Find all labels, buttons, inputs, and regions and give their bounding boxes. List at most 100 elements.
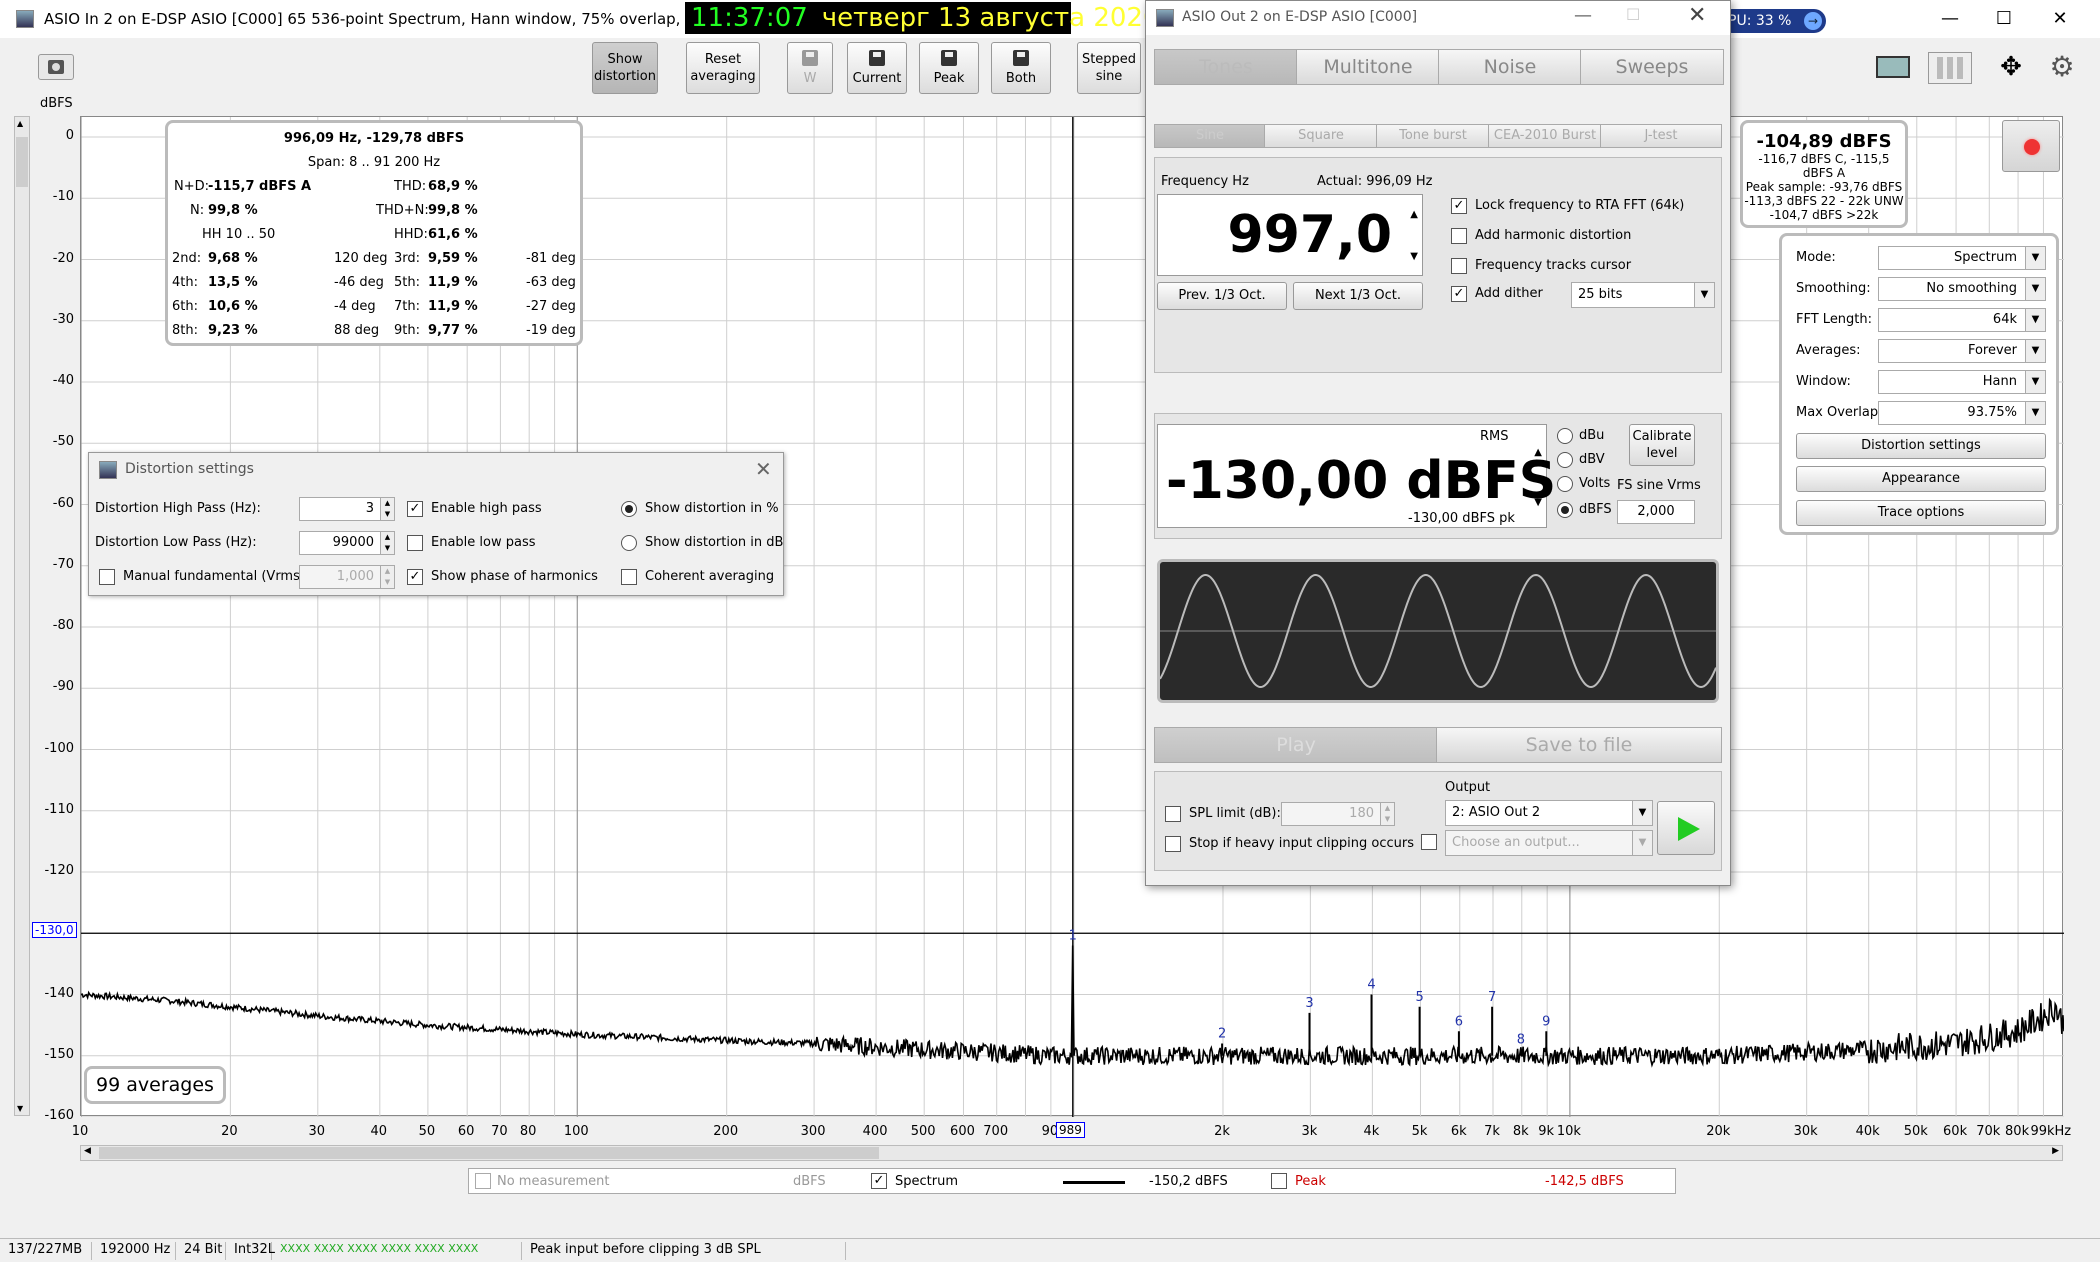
spinner-up-icon[interactable]: ▲	[1410, 209, 1418, 220]
manual-fundamental-input[interactable]: 1,000 ▲ ▼	[299, 565, 395, 589]
play-triangle-button[interactable]	[1657, 801, 1715, 855]
scroll-down-icon[interactable]: ▼	[17, 1104, 23, 1113]
subtab-j-test[interactable]: J-test	[1600, 124, 1722, 148]
spinner-arrows-icon[interactable]: ▲ ▼	[380, 498, 394, 520]
spinner-down-icon[interactable]: ▼	[1534, 497, 1542, 508]
span-readout: Span: 8 .. 91 200 Hz	[307, 155, 441, 170]
save-both-button[interactable]: Both	[991, 42, 1051, 94]
vertical-scroll-thumb[interactable]	[16, 137, 28, 187]
unit-volts-label: Volts	[1579, 476, 1611, 491]
spectrum-checkbox[interactable]: ✓	[871, 1173, 887, 1189]
play-button[interactable]: Play	[1154, 727, 1438, 763]
smoothing-select[interactable]: No smoothing ▼	[1878, 277, 2046, 301]
add-dither-checkbox[interactable]: ✓	[1451, 286, 1467, 302]
output-select[interactable]: 2: ASIO Out 2 ▼	[1445, 800, 1653, 826]
show-percent-radio[interactable]	[621, 501, 637, 517]
scroll-left-icon[interactable]: ◀	[84, 1146, 91, 1156]
minimize-icon[interactable]: —	[1574, 5, 1592, 26]
save-current-button[interactable]: Current	[847, 42, 907, 94]
trace-options-button[interactable]: Trace options	[1796, 500, 2046, 526]
second-output-select[interactable]: Choose an output... ▼	[1445, 830, 1653, 856]
record-button[interactable]	[2002, 120, 2060, 172]
averages-select[interactable]: Forever ▼	[1878, 339, 2046, 363]
next-octave-button[interactable]: Next 1/3 Oct.	[1293, 282, 1423, 310]
manual-fundamental-checkbox[interactable]	[99, 569, 115, 585]
fit-arrows-icon[interactable]: ✥	[1988, 52, 2034, 84]
columns-layout-icon[interactable]	[1928, 52, 1972, 84]
horizontal-scrollbar[interactable]: ◀ ▶	[80, 1145, 2063, 1161]
save-peak-button[interactable]: Peak	[919, 42, 979, 94]
lock-frequency-checkbox[interactable]: ✓	[1451, 198, 1467, 214]
tab-tones[interactable]: Tones	[1154, 49, 1298, 85]
distortion-settings-button[interactable]: Distortion settings	[1796, 433, 2046, 459]
fft-length-select[interactable]: 64k ▼	[1878, 308, 2046, 332]
fs-sine-input[interactable]: 2,000	[1617, 500, 1695, 524]
close-button[interactable]: ✕	[2030, 4, 2090, 34]
harmonic-label: 5	[1415, 990, 1423, 1005]
frequency-tracks-cursor-checkbox[interactable]	[1451, 258, 1467, 274]
spl-limit-input[interactable]: 180 ▲ ▼	[1281, 802, 1395, 826]
unit-dbfs-radio[interactable]	[1557, 502, 1573, 518]
gear-icon[interactable]: ⚙	[2040, 52, 2084, 84]
subtab-sine[interactable]: Sine	[1154, 124, 1266, 148]
add-harmonic-checkbox[interactable]	[1451, 228, 1467, 244]
spl-limit-checkbox[interactable]	[1165, 806, 1181, 822]
spinner-arrows-icon[interactable]: ▲ ▼	[380, 532, 394, 554]
spinner-arrows-icon[interactable]: ▲ ▼	[1380, 803, 1394, 825]
unit-dbv-radio[interactable]	[1557, 452, 1573, 468]
subtab-tone-burst[interactable]: Tone burst	[1376, 124, 1490, 148]
low-pass-input[interactable]: 99000 ▲ ▼	[299, 531, 395, 555]
x-tick-label: 5k	[1411, 1124, 1428, 1139]
tab-multitone[interactable]: Multitone	[1296, 49, 1440, 85]
show-distortion-button[interactable]: Show distortion	[592, 42, 658, 94]
tab-noise[interactable]: Noise	[1438, 49, 1582, 85]
calibrate-level-button[interactable]: Calibrate level	[1629, 424, 1695, 466]
appearance-button[interactable]: Appearance	[1796, 466, 2046, 492]
save-to-file-button[interactable]: Save to file	[1436, 727, 1722, 763]
maximize-icon[interactable]: ☐	[1626, 5, 1640, 24]
dither-bits-select[interactable]: 25 bits ▼	[1571, 282, 1715, 308]
reset-averaging-button[interactable]: Reset averaging	[686, 42, 760, 94]
spinner-arrows-icon[interactable]: ▲ ▼	[380, 566, 394, 588]
unit-volts-radio[interactable]	[1557, 476, 1573, 492]
cpu-meter: PU: 33 % →	[1720, 9, 1826, 33]
peak-checkbox[interactable]	[1271, 1173, 1287, 1189]
window-select[interactable]: Hann ▼	[1878, 370, 2046, 394]
maximize-button[interactable]: ☐	[1974, 4, 2034, 34]
no-measurement-checkbox[interactable]	[475, 1173, 491, 1189]
scroll-right-icon[interactable]: ▶	[2052, 1146, 2059, 1156]
high-pass-input[interactable]: 3 ▲ ▼	[299, 497, 395, 521]
show-db-radio[interactable]	[621, 535, 637, 551]
w-button[interactable]: W	[787, 42, 833, 94]
reset-averaging-label-1: Reset	[704, 52, 742, 67]
spinner-down-icon[interactable]: ▼	[1410, 251, 1418, 262]
horizontal-scroll-thumb[interactable]	[99, 1147, 879, 1159]
enable-high-pass-checkbox[interactable]: ✓	[407, 501, 423, 517]
level-input[interactable]: RMS -130,00 dBFS -130,00 dBFS pk ▲ ▼	[1157, 424, 1556, 528]
layout-monitor-icon[interactable]	[1868, 54, 1914, 82]
subtab-cea-burst[interactable]: CEA-2010 Burst	[1488, 124, 1602, 148]
stepped-sine-button[interactable]: Stepped sine	[1077, 42, 1141, 94]
second-output-checkbox[interactable]	[1421, 834, 1437, 850]
y-axis-unit: dBFS	[40, 96, 73, 111]
prev-octave-button[interactable]: Prev. 1/3 Oct.	[1157, 282, 1287, 310]
minimize-button[interactable]: —	[1920, 4, 1980, 34]
tab-sweeps[interactable]: Sweeps	[1580, 49, 1724, 85]
scroll-up-icon[interactable]: ▲	[17, 119, 23, 128]
spinner-up-icon[interactable]: ▲	[1534, 447, 1542, 458]
coherent-averaging-checkbox[interactable]	[621, 569, 637, 585]
frequency-input[interactable]: 997,0 ▲ ▼	[1157, 194, 1423, 276]
mode-select[interactable]: Spectrum ▼	[1878, 246, 2046, 270]
max-overlap-select[interactable]: 93.75% ▼	[1878, 401, 2046, 425]
vertical-scrollbar[interactable]: ▲ ▼	[14, 116, 30, 1116]
enable-low-pass-label: Enable low pass	[431, 535, 536, 550]
bit-depth-status: 24 Bit	[176, 1242, 226, 1260]
show-phase-checkbox[interactable]: ✓	[407, 569, 423, 585]
stop-clipping-checkbox[interactable]	[1165, 836, 1181, 852]
close-icon[interactable]: ✕	[1688, 3, 1706, 28]
subtab-square[interactable]: Square	[1264, 124, 1378, 148]
camera-icon[interactable]	[38, 54, 74, 80]
unit-dbu-radio[interactable]	[1557, 428, 1573, 444]
close-icon[interactable]: ✕	[755, 457, 772, 481]
enable-low-pass-checkbox[interactable]	[407, 535, 423, 551]
